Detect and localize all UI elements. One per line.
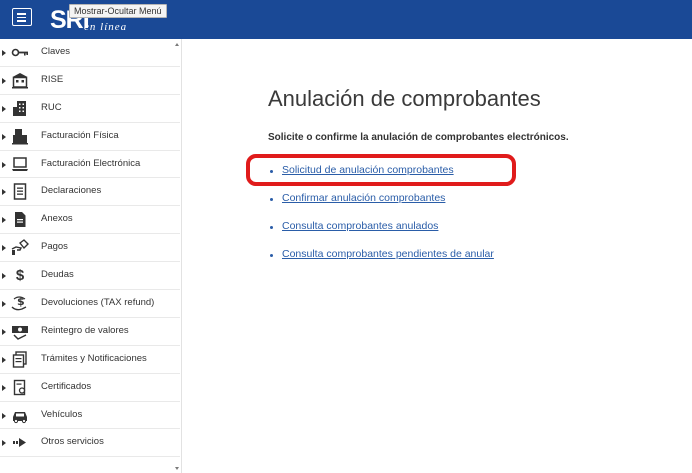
sidebar-item-claves[interactable]: Claves	[0, 39, 180, 67]
link-consulta-anulados[interactable]: Consulta comprobantes anulados	[282, 220, 438, 232]
caret-right-icon	[2, 189, 6, 196]
caret-right-icon	[2, 217, 6, 224]
sidebar-item-label: RISE	[41, 73, 64, 85]
menu-line-icon	[17, 13, 26, 15]
link-solicitud-anulacion[interactable]: Solicitud de anulación comprobantes	[282, 164, 454, 176]
sidebar-item-pagos[interactable]: Pagos	[0, 234, 180, 263]
menu-line-icon	[17, 20, 26, 22]
caret-right-icon	[2, 356, 6, 363]
options-list: Solicitud de anulación comprobantes Conf…	[270, 164, 494, 276]
sidebar-item-label: RUC	[41, 101, 62, 113]
forms-icon	[11, 351, 29, 368]
sidebar-item-label: Claves	[41, 46, 71, 57]
sidebar-item-label: Certificados	[41, 380, 92, 392]
sidebar-item-facturacion-fisica[interactable]: Facturación Física	[0, 123, 180, 151]
sidebar-item-otros-servicios[interactable]: Otros servicios	[0, 429, 180, 458]
key-icon	[11, 44, 29, 61]
top-header-bar: SRI en línea Mostrar-Ocultar Menú	[0, 0, 692, 39]
laptop-icon	[11, 156, 29, 173]
caret-right-icon	[2, 412, 6, 419]
sidebar-item-devoluciones[interactable]: $ Devoluciones (TAX refund)	[0, 290, 180, 318]
caret-right-icon	[2, 301, 6, 308]
sidebar-item-label: Facturación Física	[41, 129, 119, 141]
sidebar-item-label: Declaraciones	[41, 185, 102, 197]
printer-icon	[11, 128, 29, 145]
caret-right-icon	[2, 245, 6, 252]
hamburger-menu-button[interactable]	[12, 8, 32, 26]
document-icon	[11, 183, 29, 201]
sidebar-item-label: Facturación Electrónica	[41, 157, 141, 169]
caret-right-icon	[2, 328, 6, 335]
menu-toggle-tooltip: Mostrar-Ocultar Menú	[69, 4, 167, 18]
main-content: Anulación de comprobantes Solicite o con…	[183, 39, 692, 473]
list-item: Solicitud de anulación comprobantes	[270, 164, 494, 192]
sidebar-item-deudas[interactable]: $ Deudas	[0, 262, 180, 291]
sidebar-item-certificados[interactable]: Certificados	[0, 374, 180, 402]
sidebar-item-facturacion-electronica[interactable]: Facturación Electrónica	[0, 151, 180, 179]
sidebar-item-label: Devoluciones (TAX refund)	[41, 297, 155, 309]
arrow-right-icon	[11, 434, 29, 451]
scroll-down-icon[interactable]	[175, 467, 179, 470]
caret-right-icon	[2, 105, 6, 112]
caret-right-icon	[2, 50, 6, 56]
dollar-icon: $	[15, 267, 25, 285]
office-icon	[11, 100, 29, 117]
sidebar-item-reintegro[interactable]: Reintegro de valores	[0, 318, 180, 346]
logo-subtext: en línea	[84, 21, 128, 33]
sidebar-item-label: Otros servicios	[41, 436, 104, 448]
sidebar-item-declaraciones[interactable]: Declaraciones	[0, 178, 180, 207]
caret-right-icon	[2, 273, 6, 280]
menu-line-icon	[17, 16, 26, 18]
money-icon	[11, 323, 29, 340]
list-item: Confirmar anulación comprobantes	[270, 192, 494, 220]
sidebar-item-tramites[interactable]: Trámites y Notificaciones	[0, 346, 180, 374]
sidebar-list: Claves RISE RUC Facturación Física Factu…	[0, 39, 180, 458]
caret-right-icon	[2, 133, 6, 140]
sidebar-item-label: Anexos	[41, 213, 73, 225]
link-consulta-pendientes[interactable]: Consulta comprobantes pendientes de anul…	[282, 248, 494, 260]
caret-right-icon	[2, 161, 6, 168]
page-subtitle: Solicite o confirme la anulación de comp…	[268, 132, 569, 143]
certificate-icon	[11, 379, 29, 396]
sidebar-item-anexos[interactable]: Anexos	[0, 206, 180, 235]
link-confirmar-anulacion[interactable]: Confirmar anulación comprobantes	[282, 192, 445, 204]
sidebar-item-label: Deudas	[41, 269, 74, 281]
caret-right-icon	[2, 440, 6, 447]
building-icon	[11, 72, 29, 89]
sidebar-item-label: Trámites y Notificaciones	[41, 352, 147, 364]
caret-right-icon	[2, 77, 6, 84]
sidebar-item-vehiculos[interactable]: Vehículos	[0, 402, 180, 430]
refund-icon: $	[11, 295, 29, 312]
caret-right-icon	[2, 384, 6, 391]
hand-tag-icon	[11, 239, 29, 256]
sidebar-menu[interactable]: Claves RISE RUC Facturación Física Factu…	[0, 39, 182, 473]
page-title: Anulación de comprobantes	[268, 86, 541, 111]
file-icon	[11, 211, 29, 228]
sidebar-item-label: Reintegro de valores	[41, 324, 129, 336]
sidebar-item-label: Vehículos	[41, 408, 83, 420]
sidebar-item-label: Pagos	[41, 241, 68, 253]
list-item: Consulta comprobantes anulados	[270, 220, 494, 248]
sidebar-item-ruc[interactable]: RUC	[0, 95, 180, 123]
sidebar-item-rise[interactable]: RISE	[0, 67, 180, 95]
car-icon	[11, 407, 29, 424]
list-item: Consulta comprobantes pendientes de anul…	[270, 248, 494, 276]
